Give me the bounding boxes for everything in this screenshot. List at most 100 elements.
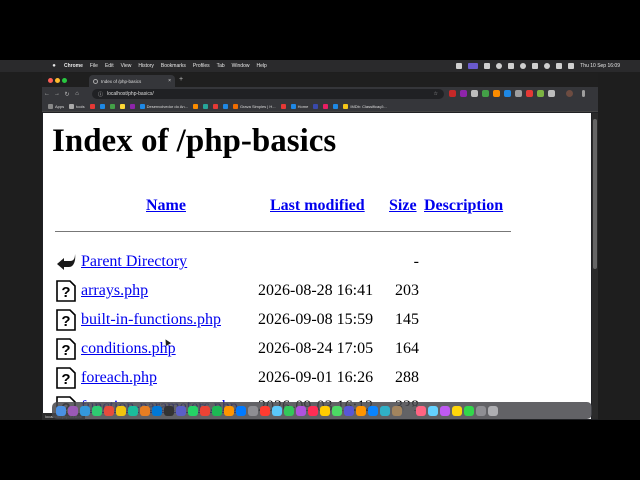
battery-icon[interactable] — [532, 63, 539, 69]
app-icon[interactable] — [416, 405, 426, 416]
app-icon[interactable] — [380, 405, 390, 416]
bookmark-icon[interactable] — [333, 103, 339, 109]
menu-view[interactable]: View — [121, 63, 132, 69]
minimize-window-button[interactable] — [55, 78, 60, 83]
app-icon[interactable] — [224, 405, 234, 416]
bookmark-icon[interactable] — [202, 103, 208, 109]
app-icon[interactable] — [272, 405, 282, 416]
more-menu-icon[interactable] — [582, 90, 585, 97]
app-icon[interactable] — [368, 405, 378, 416]
status-app-icon[interactable] — [456, 63, 463, 69]
scrollbar-thumb[interactable] — [593, 119, 597, 269]
mail-icon[interactable] — [104, 405, 114, 416]
downloads-folder-icon[interactable] — [476, 405, 486, 416]
extension-icon[interactable] — [493, 90, 500, 97]
bookmark-desenvolvedor[interactable]: Desenvolvedor do An... — [139, 103, 188, 109]
screen-recorder-icon[interactable] — [468, 63, 479, 69]
file-link[interactable]: foreach.php — [81, 369, 157, 387]
bookmark-icon[interactable] — [192, 103, 198, 109]
menu-window[interactable]: Window — [232, 63, 250, 69]
page-scrollbar[interactable] — [592, 113, 598, 419]
column-header-description[interactable]: Description — [424, 197, 503, 215]
menu-tab[interactable]: Tab — [217, 63, 225, 69]
launchpad-icon[interactable] — [68, 405, 78, 416]
bookmark-icon[interactable] — [313, 103, 319, 109]
extension-icon[interactable] — [449, 90, 456, 97]
new-tab-icon[interactable]: + — [179, 76, 183, 83]
status-app-icon[interactable] — [484, 63, 491, 69]
column-header-size[interactable]: Size — [389, 197, 417, 215]
chrome-icon[interactable] — [200, 405, 210, 416]
app-icon[interactable] — [344, 405, 354, 416]
site-info-icon[interactable]: ⓘ — [98, 91, 103, 98]
spotify-icon[interactable] — [212, 405, 222, 416]
bookmark-home[interactable]: Home — [290, 103, 308, 109]
safari-icon[interactable] — [80, 405, 90, 416]
column-header-name[interactable]: Name — [146, 197, 186, 215]
menu-edit[interactable]: Edit — [105, 63, 114, 69]
whatsapp-icon[interactable] — [188, 405, 198, 416]
file-link[interactable]: conditions.php — [81, 340, 176, 358]
forward-icon[interactable]: → — [52, 91, 62, 97]
extension-icon[interactable] — [460, 90, 467, 97]
search-icon[interactable] — [556, 63, 563, 69]
column-header-last-modified[interactable]: Last modified — [270, 197, 365, 215]
photos-icon[interactable] — [140, 405, 150, 416]
teams-icon[interactable] — [176, 405, 186, 416]
file-link[interactable]: arrays.php — [81, 282, 148, 300]
apple-icon[interactable]: ● — [50, 63, 58, 69]
bookmark-icon[interactable] — [119, 103, 125, 109]
extension-icon[interactable] — [471, 90, 478, 97]
app-icon[interactable] — [452, 405, 462, 416]
app-icon[interactable] — [296, 405, 306, 416]
extension-icon[interactable] — [526, 90, 533, 97]
tab-active[interactable]: Index of /php-basics × — [89, 75, 175, 87]
back-icon[interactable]: ← — [42, 91, 52, 97]
menu-bookmarks[interactable]: Bookmarks — [161, 63, 186, 69]
avatar[interactable] — [566, 90, 573, 97]
bookmark-icon[interactable] — [212, 103, 218, 109]
app-icon[interactable] — [308, 405, 318, 416]
app-icon[interactable] — [236, 405, 246, 416]
app-icon[interactable] — [392, 405, 402, 416]
extension-icon[interactable] — [537, 90, 544, 97]
close-window-button[interactable] — [48, 78, 53, 83]
parent-directory-link[interactable]: Parent Directory — [81, 253, 187, 271]
bookmark-star-icon[interactable]: ☆ — [434, 91, 438, 97]
address-bar[interactable]: ⓘ localhost/php-basics/ ☆ — [92, 89, 444, 99]
bookmark-grava-simples[interactable]: Grava Simples | H... — [232, 103, 276, 109]
notes-icon[interactable] — [116, 405, 126, 416]
status-app-icon[interactable] — [520, 63, 527, 69]
extension-icon[interactable] — [504, 90, 511, 97]
status-app-icon[interactable] — [496, 63, 503, 69]
bookmark-icon[interactable] — [280, 103, 286, 109]
terminal-icon[interactable] — [164, 405, 174, 416]
extension-icon[interactable] — [482, 90, 489, 97]
bookmark-icon[interactable] — [99, 103, 105, 109]
bookmark-icon[interactable] — [89, 103, 95, 109]
menu-help[interactable]: Help — [256, 63, 266, 69]
status-app-icon[interactable] — [508, 63, 515, 69]
maps-icon[interactable] — [128, 405, 138, 416]
settings-icon[interactable] — [248, 405, 258, 416]
vscode-icon[interactable] — [152, 405, 162, 416]
bookmark-imdb[interactable]: IMDb: Classificaçõ... — [343, 103, 387, 109]
menu-app-name[interactable]: Chrome — [64, 63, 83, 69]
finder-icon[interactable] — [56, 405, 66, 416]
file-link[interactable]: built-in-functions.php — [81, 311, 221, 329]
home-icon[interactable]: ⌂ — [72, 91, 82, 97]
menu-file[interactable]: File — [90, 63, 98, 69]
bookmark-folder-tools[interactable]: tools — [69, 103, 85, 109]
app-icon[interactable] — [356, 405, 366, 416]
zoom-window-button[interactable] — [62, 78, 67, 83]
bookmark-icon[interactable] — [222, 103, 228, 109]
app-icon[interactable] — [320, 405, 330, 416]
extension-icon[interactable] — [515, 90, 522, 97]
puzzle-icon[interactable] — [548, 90, 555, 97]
app-icon[interactable] — [404, 405, 414, 416]
menu-history[interactable]: History — [138, 63, 154, 69]
bookmark-icon[interactable] — [323, 103, 329, 109]
bookmark-icon[interactable] — [129, 103, 135, 109]
app-icon[interactable] — [284, 405, 294, 416]
app-icon[interactable] — [428, 405, 438, 416]
